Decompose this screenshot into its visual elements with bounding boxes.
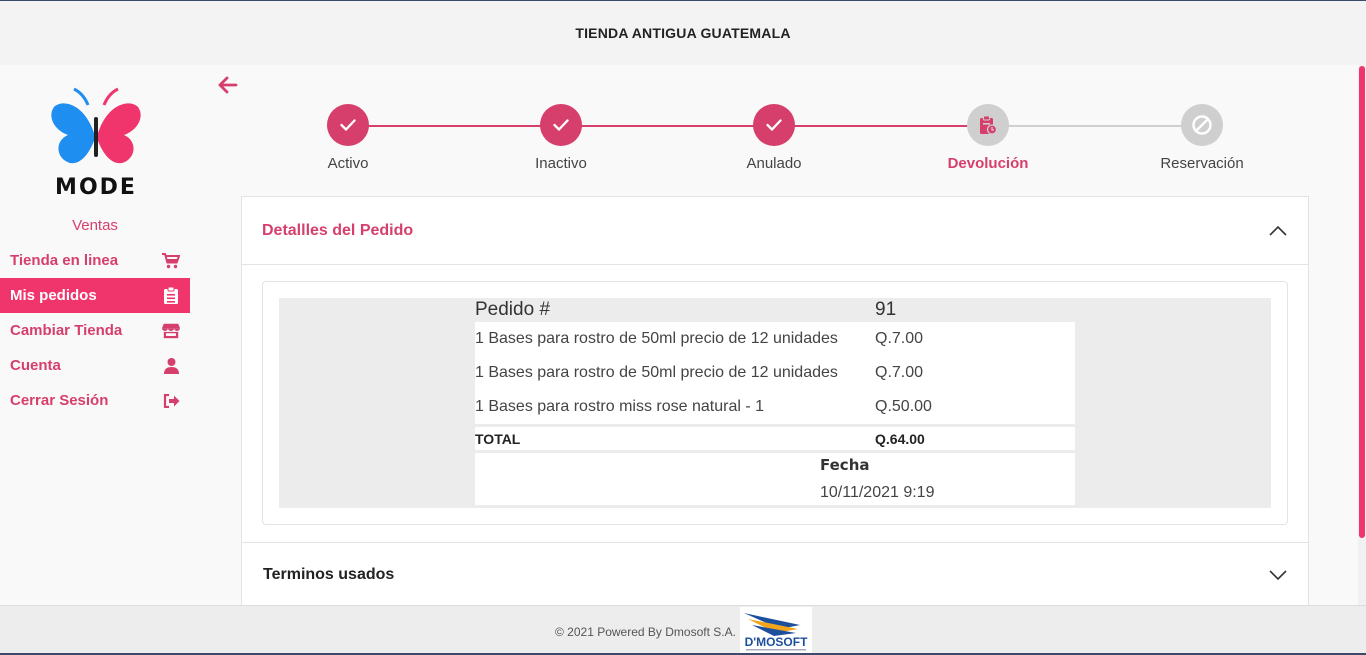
sidebar-item-label: Cuenta [10,357,61,374]
details-body: Pedido # 91 1 Bases para rostro de 50ml … [262,281,1288,525]
clipboard-clock-icon [967,104,1009,146]
item-price: Q.7.00 [875,364,924,381]
total-value: Q.64.00 [875,430,925,447]
store-title: TIENDA ANTIGUA GUATEMALA [575,25,791,41]
dmosoft-logo: D'MOSOFT [740,607,812,653]
ban-icon [1181,104,1223,146]
order-summary-panel: Pedido # 91 1 Bases para rostro de 50ml … [279,298,1271,508]
section-title-ventas: Ventas [72,217,118,234]
step-label: Activo [327,155,369,172]
brand-logo[interactable]: MODE [44,85,148,200]
dmosoft-wing-icon: D'MOSOFT [744,613,809,651]
item-description: 1 Bases para rostro de 50ml precio de 12… [475,330,838,347]
sign-out-icon [162,392,180,410]
chevron-up-icon [1269,225,1287,236]
logo-wordmark: MODE [55,175,137,200]
sidebar-item-mis-pedidos[interactable]: Mis pedidos [0,278,190,313]
item-description: 1 Bases para rostro de 50ml precio de 12… [475,364,838,381]
sidebar-item-cuenta[interactable]: Cuenta [0,348,190,383]
order-item-row: 1 Bases para rostro de 50ml precio de 12… [475,322,1075,356]
step-label: Reservación [1160,155,1244,172]
date-value: 10/11/2021 9:19 [820,484,935,501]
order-number: 91 [875,299,897,320]
order-number-label: Pedido # [475,299,551,320]
footer: © 2021 Powered By Dmosoft S.A. D'MOSOFT [0,605,1366,655]
order-header-row: Pedido # 91 [475,298,1075,322]
sidebar-item-cambiar-tienda[interactable]: Cambiar Tienda [0,313,190,348]
sidebar: MODE Ventas Tienda en linea Mis pedidos … [0,65,190,605]
clipboard-list-icon [162,287,180,305]
order-total-row: TOTAL Q.64.00 [475,424,1075,453]
terms-title: Terminos usados [263,565,395,583]
order-date: Fecha 10/11/2021 9:19 [475,453,1075,505]
scrollbar-thumb[interactable] [1359,66,1365,538]
step-devolucion[interactable]: Devolución [928,104,1048,172]
step-label: Anulado [746,155,802,172]
item-price: Q.50.00 [875,398,932,415]
back-arrow-icon[interactable] [216,74,240,96]
chevron-down-icon [1269,569,1287,580]
butterfly-logo-icon [51,87,141,164]
sidebar-item-label: Mis pedidos [10,287,97,304]
order-item-row: 1 Bases para rostro de 50ml precio de 12… [475,356,1075,390]
check-icon [753,104,795,146]
step-inactivo[interactable]: Inactivo [501,104,621,172]
cart-icon [162,252,180,270]
check-icon [327,104,369,146]
order-accordion: Detallles del Pedido Pedido # 91 1 Bases… [241,196,1309,605]
item-description: 1 Bases para rostro miss rose natural - … [475,398,765,415]
details-title: Detallles del Pedido [262,221,414,239]
order-items: 1 Bases para rostro de 50ml precio de 12… [475,322,1075,424]
sidebar-item-cerrar-sesion[interactable]: Cerrar Sesión [0,383,190,418]
step-anulado[interactable]: Anulado [714,104,834,172]
sidebar-item-label: Cerrar Sesión [10,392,109,409]
sidebar-item-label: Tienda en linea [10,252,119,269]
check-icon [540,104,582,146]
step-reservacion[interactable]: Reservación [1142,104,1262,172]
footer-copyright: © 2021 Powered By Dmosoft S.A. [555,625,736,639]
sidebar-nav: Tienda en linea Mis pedidos Cambiar Tien… [0,243,190,418]
user-icon [162,357,180,375]
sidebar-item-label: Cambiar Tienda [10,322,123,339]
order-table: Pedido # 91 1 Bases para rostro de 50ml … [475,298,1075,508]
order-item-row: 1 Bases para rostro miss rose natural - … [475,390,1075,424]
terms-accordion-header[interactable]: Terminos usados [242,542,1308,606]
total-label: TOTAL [475,430,521,447]
store-icon [162,322,180,340]
step-label: Inactivo [535,155,587,172]
order-status-stepper: Activo Inactivo Anulado Devolución Reser… [242,104,1308,184]
app-header: TIENDA ANTIGUA GUATEMALA [0,1,1366,65]
stepper-progress-line [348,125,988,127]
step-activo[interactable]: Activo [288,104,408,172]
sidebar-item-tienda-en-linea[interactable]: Tienda en linea [0,243,190,278]
details-accordion-header[interactable]: Detallles del Pedido [242,197,1308,265]
step-label: Devolución [947,155,1029,172]
item-price: Q.7.00 [875,330,924,347]
footer-logo-text: D'MOSOFT [745,635,809,649]
date-label: Fecha [820,456,870,474]
